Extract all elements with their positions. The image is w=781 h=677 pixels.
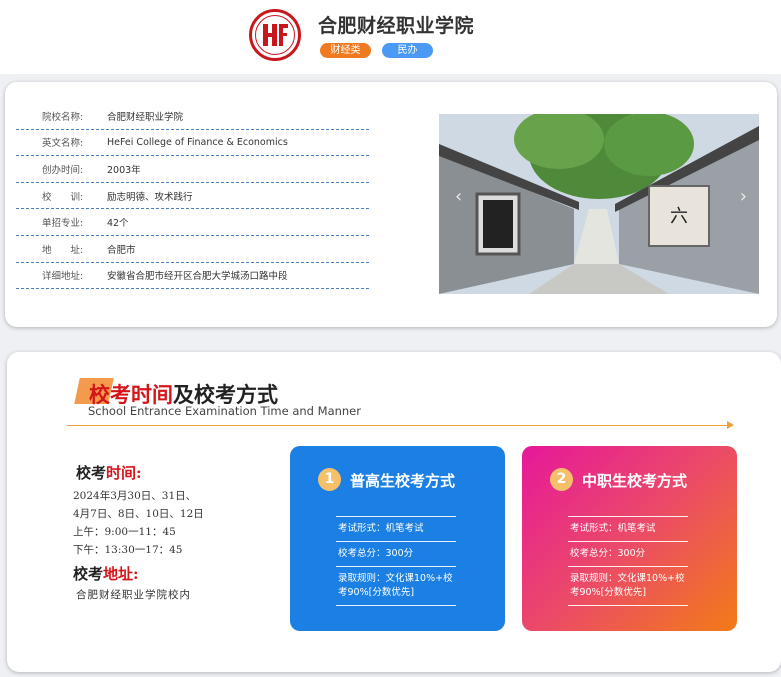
section-subtitle: School Entrance Examination Time and Man… bbox=[88, 404, 361, 418]
info-value: 42个 bbox=[107, 218, 129, 230]
prev-photo-button[interactable]: ‹ bbox=[455, 186, 462, 207]
info-row-english-name: 英文名称: HeFei College of Finance & Economi… bbox=[16, 130, 369, 157]
category-tag: 财经类 bbox=[320, 43, 371, 58]
campus-alley-photo-icon: 六 bbox=[439, 114, 759, 294]
mode-title: 普高生校考方式 bbox=[350, 472, 456, 490]
ownership-tag: 民办 bbox=[382, 43, 433, 58]
school-logo bbox=[249, 9, 301, 61]
exam-time-line: 4月7日、8日、10日、12日 bbox=[73, 508, 204, 520]
school-header: 合肥财经职业学院 财经类 民办 bbox=[0, 0, 781, 74]
school-name: 合肥财经职业学院 bbox=[318, 15, 475, 37]
number-badge: 2 bbox=[550, 468, 573, 491]
exam-section: 校考时间及校考方式 School Entrance Examination Ti… bbox=[7, 352, 781, 672]
info-value: HeFei College of Finance & Economics bbox=[107, 136, 288, 148]
exam-time-line: 下午：13:30一17：45 bbox=[73, 544, 183, 556]
exam-place-heading: 校考地址: bbox=[73, 565, 139, 583]
exam-time-list: 2024年3月30日、31日、 4月7日、8日、10日、12日 上午：9:00一… bbox=[73, 487, 204, 559]
school-emblem-icon bbox=[263, 24, 288, 46]
exam-place-text: 合肥财经职业学院校内 bbox=[76, 589, 191, 601]
info-label: 创办时间: bbox=[42, 164, 84, 176]
info-row-name: 院校名称: 合肥财经职业学院 bbox=[16, 103, 369, 130]
general-high-school-exam-card: 1 普高生校考方式 考试形式：机笔考试 校考总分：300分 录取规则：文化课10… bbox=[290, 446, 505, 631]
info-value: 安徽省合肥市经开区合肥大学城汤口路中段 bbox=[107, 271, 288, 283]
number-badge: 1 bbox=[318, 468, 341, 491]
mode-details: 考试形式：机笔考试 校考总分：300分 录取规则：文化课10%+校考90%[分数… bbox=[336, 516, 456, 606]
info-value: 励志明德、攻术践行 bbox=[107, 191, 193, 203]
exam-total-score: 校考总分：300分 bbox=[568, 541, 688, 566]
info-list: 院校名称: 合肥财经职业学院 英文名称: HeFei College of Fi… bbox=[16, 103, 369, 290]
info-row-motto: 校 训: 励志明德、攻术践行 bbox=[16, 183, 369, 210]
exam-format: 考试形式：机笔考试 bbox=[568, 516, 688, 541]
info-row-majors: 单招专业: 42个 bbox=[16, 209, 369, 236]
info-row-founded: 创办时间: 2003年 bbox=[16, 156, 369, 183]
section-divider bbox=[67, 425, 729, 426]
admission-rule: 录取规则：文化课10%+校考90%[分数优先] bbox=[336, 566, 456, 606]
info-label: 地 址: bbox=[42, 244, 84, 256]
svg-text:六: 六 bbox=[670, 206, 688, 227]
exam-total-score: 校考总分：300分 bbox=[336, 541, 456, 566]
info-label: 院校名称: bbox=[42, 111, 84, 123]
next-photo-button[interactable]: › bbox=[740, 186, 747, 207]
info-value: 合肥市 bbox=[107, 244, 136, 256]
exam-time-line: 2024年3月30日、31日、 bbox=[73, 490, 197, 502]
info-label: 英文名称: bbox=[42, 138, 84, 150]
info-row-address: 详细地址: 安徽省合肥市经开区合肥大学城汤口路中段 bbox=[16, 263, 369, 290]
info-label: 单招专业: bbox=[42, 218, 84, 230]
vocational-school-exam-card: 2 中职生校考方式 考试形式：机笔考试 校考总分：300分 录取规则：文化课10… bbox=[522, 446, 737, 631]
mode-details: 考试形式：机笔考试 校考总分：300分 录取规则：文化课10%+校考90%[分数… bbox=[568, 516, 688, 606]
info-label: 详细地址: bbox=[42, 271, 84, 283]
divider-arrow-icon bbox=[727, 421, 734, 429]
info-row-city: 地 址: 合肥市 bbox=[16, 236, 369, 263]
exam-time-heading: 校考时间: bbox=[76, 464, 142, 482]
mode-title: 中职生校考方式 bbox=[582, 472, 688, 490]
info-value: 2003年 bbox=[107, 164, 141, 176]
exam-format: 考试形式：机笔考试 bbox=[336, 516, 456, 541]
school-info-card: 院校名称: 合肥财经职业学院 英文名称: HeFei College of Fi… bbox=[5, 82, 777, 327]
campus-photo: 六 ‹ › bbox=[439, 114, 759, 294]
admission-rule: 录取规则：文化课10%+校考90%[分数优先] bbox=[568, 566, 688, 606]
exam-time-line: 上午：9:00一11：45 bbox=[73, 526, 176, 538]
info-value: 合肥财经职业学院 bbox=[107, 111, 184, 123]
info-label: 校 训: bbox=[42, 191, 84, 203]
